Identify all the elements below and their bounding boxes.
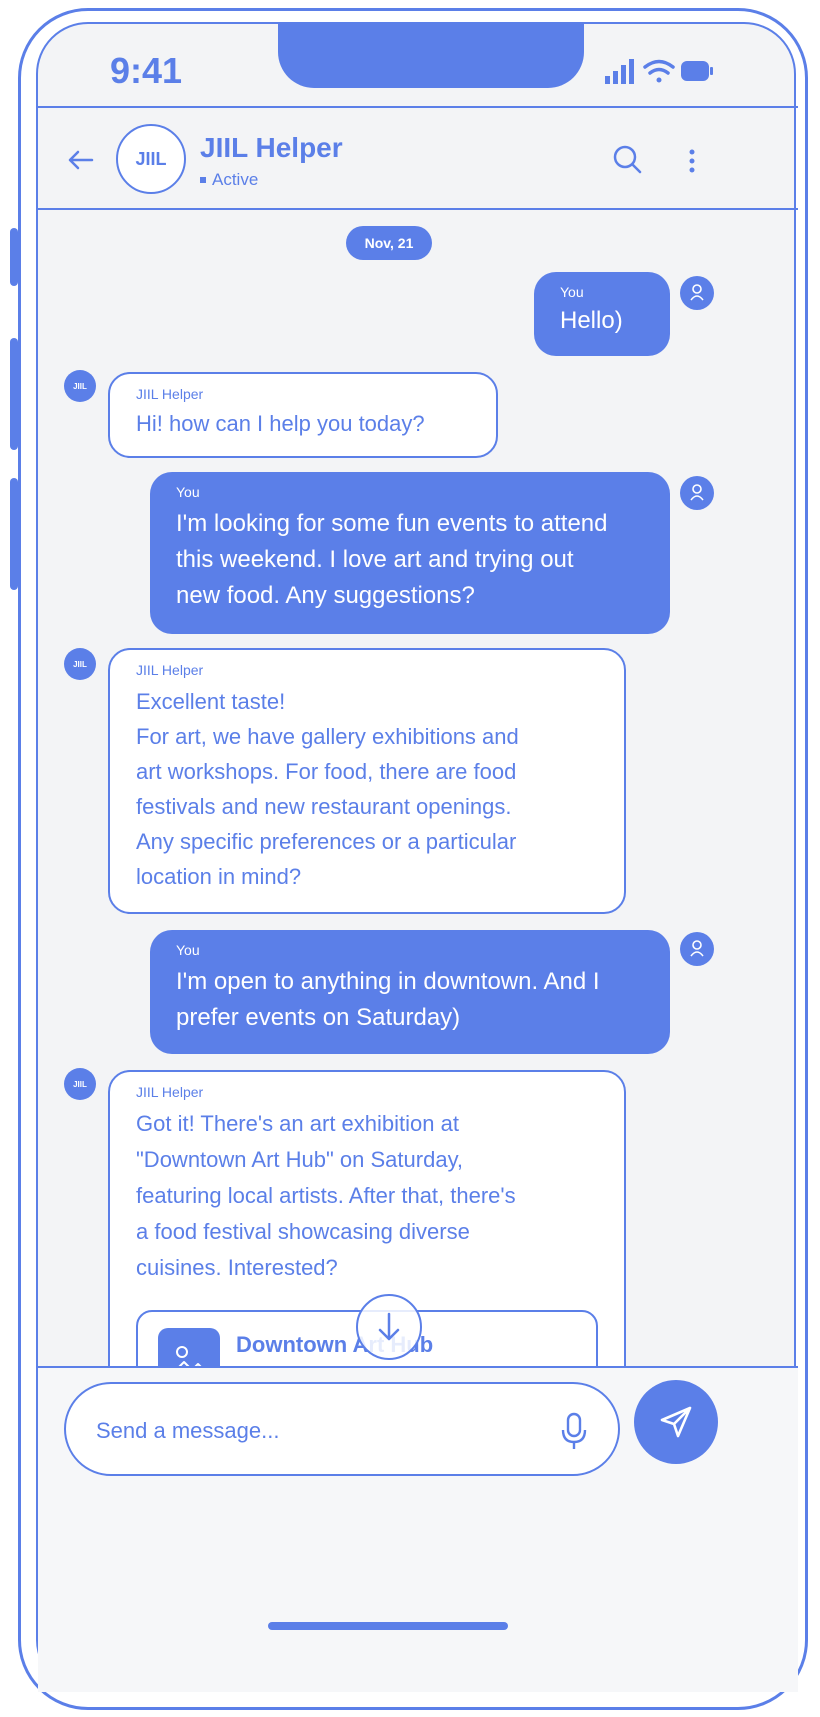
message-text: Excellent taste! For art, we have galler… — [136, 689, 519, 889]
header-divider — [38, 208, 798, 210]
chat-avatar: JIIL — [116, 124, 186, 194]
message-bubble-outgoing[interactable]: You I'm open to anything in downtown. An… — [150, 930, 670, 1054]
home-indicator — [268, 1622, 508, 1630]
chat-status-label: Active — [212, 170, 259, 189]
user-icon — [690, 940, 704, 957]
bot-avatar: JIIL — [64, 648, 96, 680]
date-chip: Nov, 21 — [346, 226, 432, 260]
notch — [278, 22, 584, 88]
wifi-icon — [643, 59, 675, 83]
user-avatar — [680, 932, 714, 966]
message-sender: JIIL Helper — [136, 662, 204, 678]
user-icon — [690, 484, 704, 501]
user-icon — [690, 284, 704, 301]
message-bubble-incoming[interactable]: JIIL Helper Hi! how can I help you today… — [108, 372, 498, 458]
scroll-down-button[interactable] — [356, 1294, 422, 1360]
message-text: I'm looking for some fun events to atten… — [176, 510, 608, 609]
battery-icon — [681, 61, 713, 81]
bot-avatar: JIIL — [64, 370, 96, 402]
message-bubble-outgoing[interactable]: You Hello) — [534, 272, 670, 356]
microphone-icon — [561, 1412, 587, 1449]
message-text: I'm open to anything in downtown. And I … — [176, 968, 600, 1031]
more-options-button[interactable] — [682, 140, 702, 180]
message-bubble-outgoing[interactable]: You I'm looking for some fun events to a… — [150, 472, 670, 634]
message-sender: You — [560, 284, 584, 300]
message-sender: You — [176, 942, 200, 958]
message-text: Hi! how can I help you today? — [136, 411, 425, 436]
volume-up-button — [10, 338, 18, 450]
message-text: Hello) — [560, 307, 623, 334]
more-vertical-icon — [689, 149, 695, 173]
status-divider — [38, 106, 798, 108]
mute-switch — [10, 228, 18, 286]
message-input[interactable] — [94, 1408, 538, 1454]
microphone-button[interactable] — [554, 1408, 594, 1454]
search-icon — [613, 145, 642, 174]
message-bubble-incoming[interactable]: JIIL Helper Excellent taste! For art, we… — [108, 648, 626, 914]
message-sender: JIIL Helper — [136, 1084, 204, 1100]
arrow-down-icon — [378, 1312, 400, 1341]
status-icons — [605, 56, 715, 90]
bot-avatar: JIIL — [64, 1068, 96, 1100]
signal-icon — [605, 59, 634, 84]
chat-title: JIIL Helper — [200, 132, 343, 163]
user-avatar — [680, 276, 714, 310]
message-text: Got it! There's an art exhibition at "Do… — [136, 1111, 516, 1280]
user-avatar — [680, 476, 714, 510]
send-button[interactable] — [634, 1380, 718, 1464]
message-input-field[interactable] — [64, 1382, 620, 1476]
search-button[interactable] — [608, 140, 648, 180]
volume-down-button — [10, 478, 18, 590]
chat-status: Active — [200, 170, 258, 190]
back-button[interactable] — [62, 140, 102, 180]
status-time: 9:41 — [110, 50, 183, 91]
active-dot — [200, 177, 206, 183]
message-sender: JIIL Helper — [136, 386, 204, 402]
arrow-left-icon — [68, 150, 94, 170]
message-sender: You — [176, 484, 200, 500]
send-icon — [660, 1406, 692, 1438]
